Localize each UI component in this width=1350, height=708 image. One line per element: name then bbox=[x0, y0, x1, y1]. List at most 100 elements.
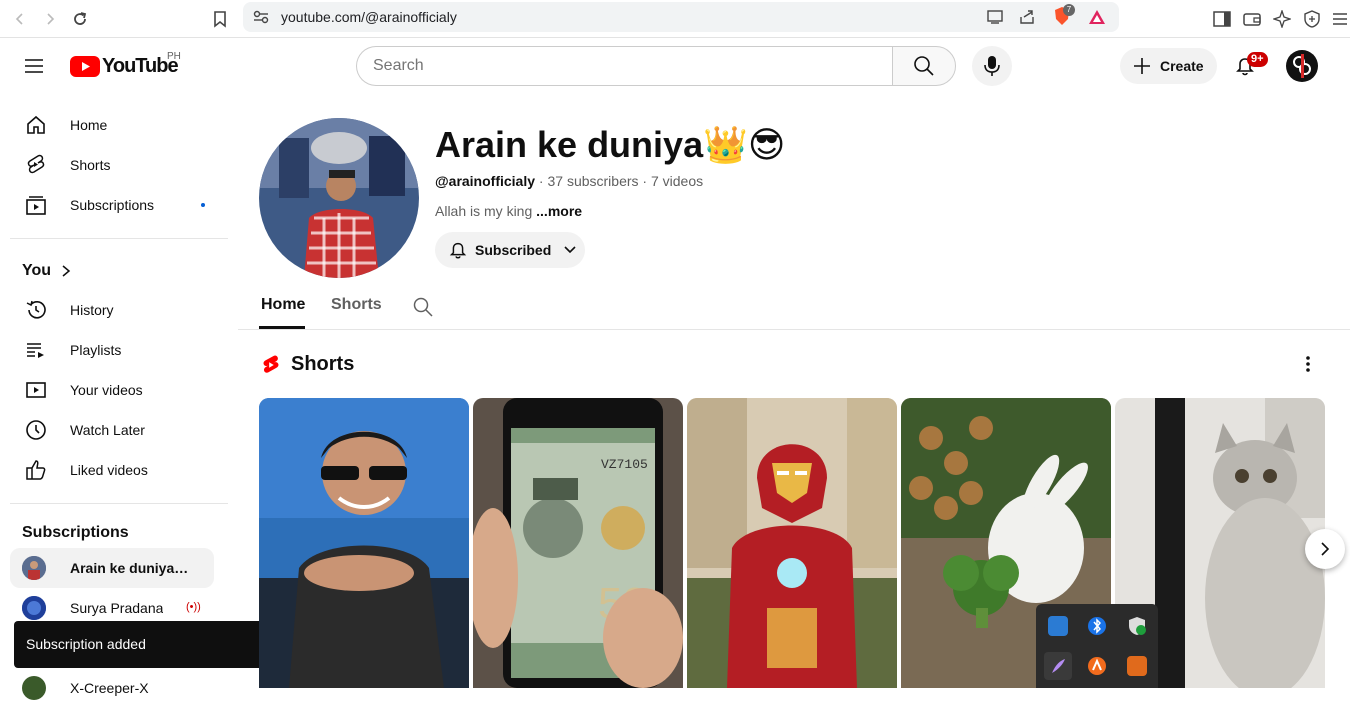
sidebar-item-label: Your videos bbox=[70, 382, 143, 398]
pen-app-icon[interactable] bbox=[1044, 652, 1072, 680]
channel-search-button[interactable] bbox=[413, 297, 433, 317]
search-button[interactable] bbox=[892, 46, 956, 86]
sidebar-item-label: History bbox=[70, 302, 114, 318]
sidebar-item-label: Liked videos bbox=[70, 462, 148, 478]
sidebar-item-label: Playlists bbox=[70, 342, 122, 358]
notification-count-badge: 9+ bbox=[1247, 52, 1268, 67]
voice-search-button[interactable] bbox=[972, 46, 1012, 86]
search-input[interactable] bbox=[373, 57, 853, 75]
create-button[interactable]: Create bbox=[1120, 48, 1217, 84]
guide-menu-icon[interactable] bbox=[22, 54, 46, 78]
youtube-logo[interactable]: YouTube bbox=[70, 55, 179, 78]
region-code: PH bbox=[167, 51, 181, 62]
sidebar-item-watch-later[interactable]: Watch Later bbox=[10, 410, 214, 450]
create-label: Create bbox=[1160, 58, 1204, 74]
cast-icon[interactable] bbox=[986, 9, 1004, 25]
more-options-icon[interactable] bbox=[1298, 354, 1318, 374]
watch-later-icon bbox=[26, 420, 46, 440]
playlists-icon bbox=[27, 343, 44, 358]
wallet-icon[interactable] bbox=[1240, 7, 1264, 31]
youtube-play-icon bbox=[70, 56, 100, 77]
channel-description[interactable]: Allah is my king ...more bbox=[435, 203, 582, 219]
meta-separator: · bbox=[642, 173, 648, 189]
security-shield-icon[interactable] bbox=[1127, 616, 1147, 636]
browser-toolbar: youtube.com/@arainofficialy 7 bbox=[0, 0, 1350, 38]
network-monitor-icon[interactable] bbox=[1048, 616, 1068, 636]
sidebar-item-subscriptions[interactable]: Subscriptions bbox=[10, 185, 214, 225]
short-thumbnail-2[interactable]: VZ7105 50 bbox=[473, 398, 683, 688]
chevron-right-icon bbox=[62, 265, 71, 277]
you-section-link[interactable]: You bbox=[10, 250, 214, 290]
brave-shield-icon[interactable]: 7 bbox=[1053, 4, 1075, 28]
live-icon: (•)) bbox=[186, 601, 201, 613]
leo-ai-icon[interactable] bbox=[1270, 7, 1294, 31]
tab-home[interactable]: Home bbox=[261, 296, 305, 314]
meta-separator: · bbox=[538, 173, 544, 189]
sidebar-item-label: Home bbox=[70, 117, 108, 133]
chevron-down-icon bbox=[564, 246, 576, 254]
address-bar[interactable]: youtube.com/@arainofficialy 7 bbox=[243, 2, 1119, 32]
subscription-item-arain[interactable]: Arain ke duniya👑😎 bbox=[10, 548, 214, 588]
subscription-label: Surya Pradana bbox=[70, 600, 164, 616]
subscription-label: Arain ke duniya👑😎 bbox=[70, 559, 200, 576]
share-icon[interactable] bbox=[1018, 9, 1036, 25]
sidebar: Home Shorts Subscriptions You History Pl… bbox=[0, 94, 238, 700]
shelf-next-button[interactable] bbox=[1305, 529, 1345, 569]
url-text: youtube.com/@arainofficialy bbox=[281, 9, 457, 25]
search-icon bbox=[914, 56, 934, 76]
plus-icon bbox=[1134, 58, 1150, 74]
sidebar-item-liked-videos[interactable]: Liked videos bbox=[10, 450, 214, 490]
brave-rewards-icon[interactable] bbox=[1088, 8, 1106, 26]
shield-count-badge: 7 bbox=[1063, 4, 1075, 16]
new-content-dot bbox=[201, 203, 205, 207]
forward-icon[interactable] bbox=[38, 7, 62, 31]
browser-menu-icon[interactable] bbox=[1328, 7, 1350, 31]
vpn-icon[interactable] bbox=[1300, 7, 1324, 31]
bookmark-icon[interactable] bbox=[208, 7, 232, 31]
microphone-icon bbox=[984, 56, 1000, 76]
sidebar-item-label: Subscriptions bbox=[70, 197, 155, 213]
app-tray-icon[interactable] bbox=[1127, 656, 1147, 676]
subscriber-count: 37 subscribers bbox=[547, 173, 639, 189]
sidebar-item-home[interactable]: Home bbox=[10, 105, 214, 145]
subscriptions-icon bbox=[26, 196, 46, 215]
tabs-divider bbox=[238, 329, 1350, 330]
search-box[interactable] bbox=[356, 46, 893, 86]
divider bbox=[10, 503, 228, 504]
account-avatar[interactable] bbox=[1286, 50, 1318, 82]
sidebar-item-label: Shorts bbox=[70, 157, 111, 173]
bluetooth-icon[interactable] bbox=[1087, 616, 1107, 636]
short-thumbnail-3[interactable] bbox=[687, 398, 897, 688]
sidebar-item-playlists[interactable]: Playlists bbox=[10, 330, 214, 370]
chevron-right-icon bbox=[1321, 542, 1330, 556]
subscription-label: X-Creeper-X bbox=[70, 680, 149, 696]
shorts-logo-icon bbox=[260, 354, 282, 376]
sidebar-item-history[interactable]: History bbox=[10, 290, 214, 330]
channel-avatar-large[interactable] bbox=[259, 118, 419, 278]
back-icon[interactable] bbox=[8, 7, 32, 31]
home-icon bbox=[27, 115, 45, 134]
avast-icon[interactable] bbox=[1087, 656, 1107, 676]
subscription-item-xcreeper[interactable]: X-Creeper-X bbox=[10, 668, 214, 708]
channel-avatar bbox=[22, 556, 46, 580]
more-link[interactable]: ...more bbox=[536, 203, 582, 219]
sidebar-item-shorts[interactable]: Shorts bbox=[10, 145, 214, 185]
system-tray-overflow bbox=[1036, 604, 1158, 688]
reload-icon[interactable] bbox=[68, 7, 92, 31]
subscribed-label: Subscribed bbox=[475, 242, 552, 258]
sidebar-item-your-videos[interactable]: Your videos bbox=[10, 370, 214, 410]
thumbs-up-icon bbox=[26, 460, 46, 480]
search-icon bbox=[413, 297, 433, 317]
youtube-header: YouTube PH Create 9+ bbox=[0, 38, 1350, 94]
video-count: 7 videos bbox=[650, 173, 704, 189]
site-settings-icon[interactable] bbox=[253, 10, 269, 24]
svg-text:VZ7105: VZ7105 bbox=[601, 457, 648, 472]
channel-name: Arain ke duniya👑😎 bbox=[435, 124, 786, 165]
channel-meta: @arainofficialy · 37 subscribers · 7 vid… bbox=[435, 173, 703, 189]
sidebar-toggle-icon[interactable] bbox=[1210, 7, 1234, 31]
short-thumbnail-1[interactable] bbox=[259, 398, 469, 688]
your-videos-icon bbox=[26, 382, 46, 398]
shorts-section-title: Shorts bbox=[291, 353, 355, 375]
subscribed-button[interactable]: Subscribed bbox=[435, 232, 585, 268]
tab-shorts[interactable]: Shorts bbox=[331, 296, 382, 314]
